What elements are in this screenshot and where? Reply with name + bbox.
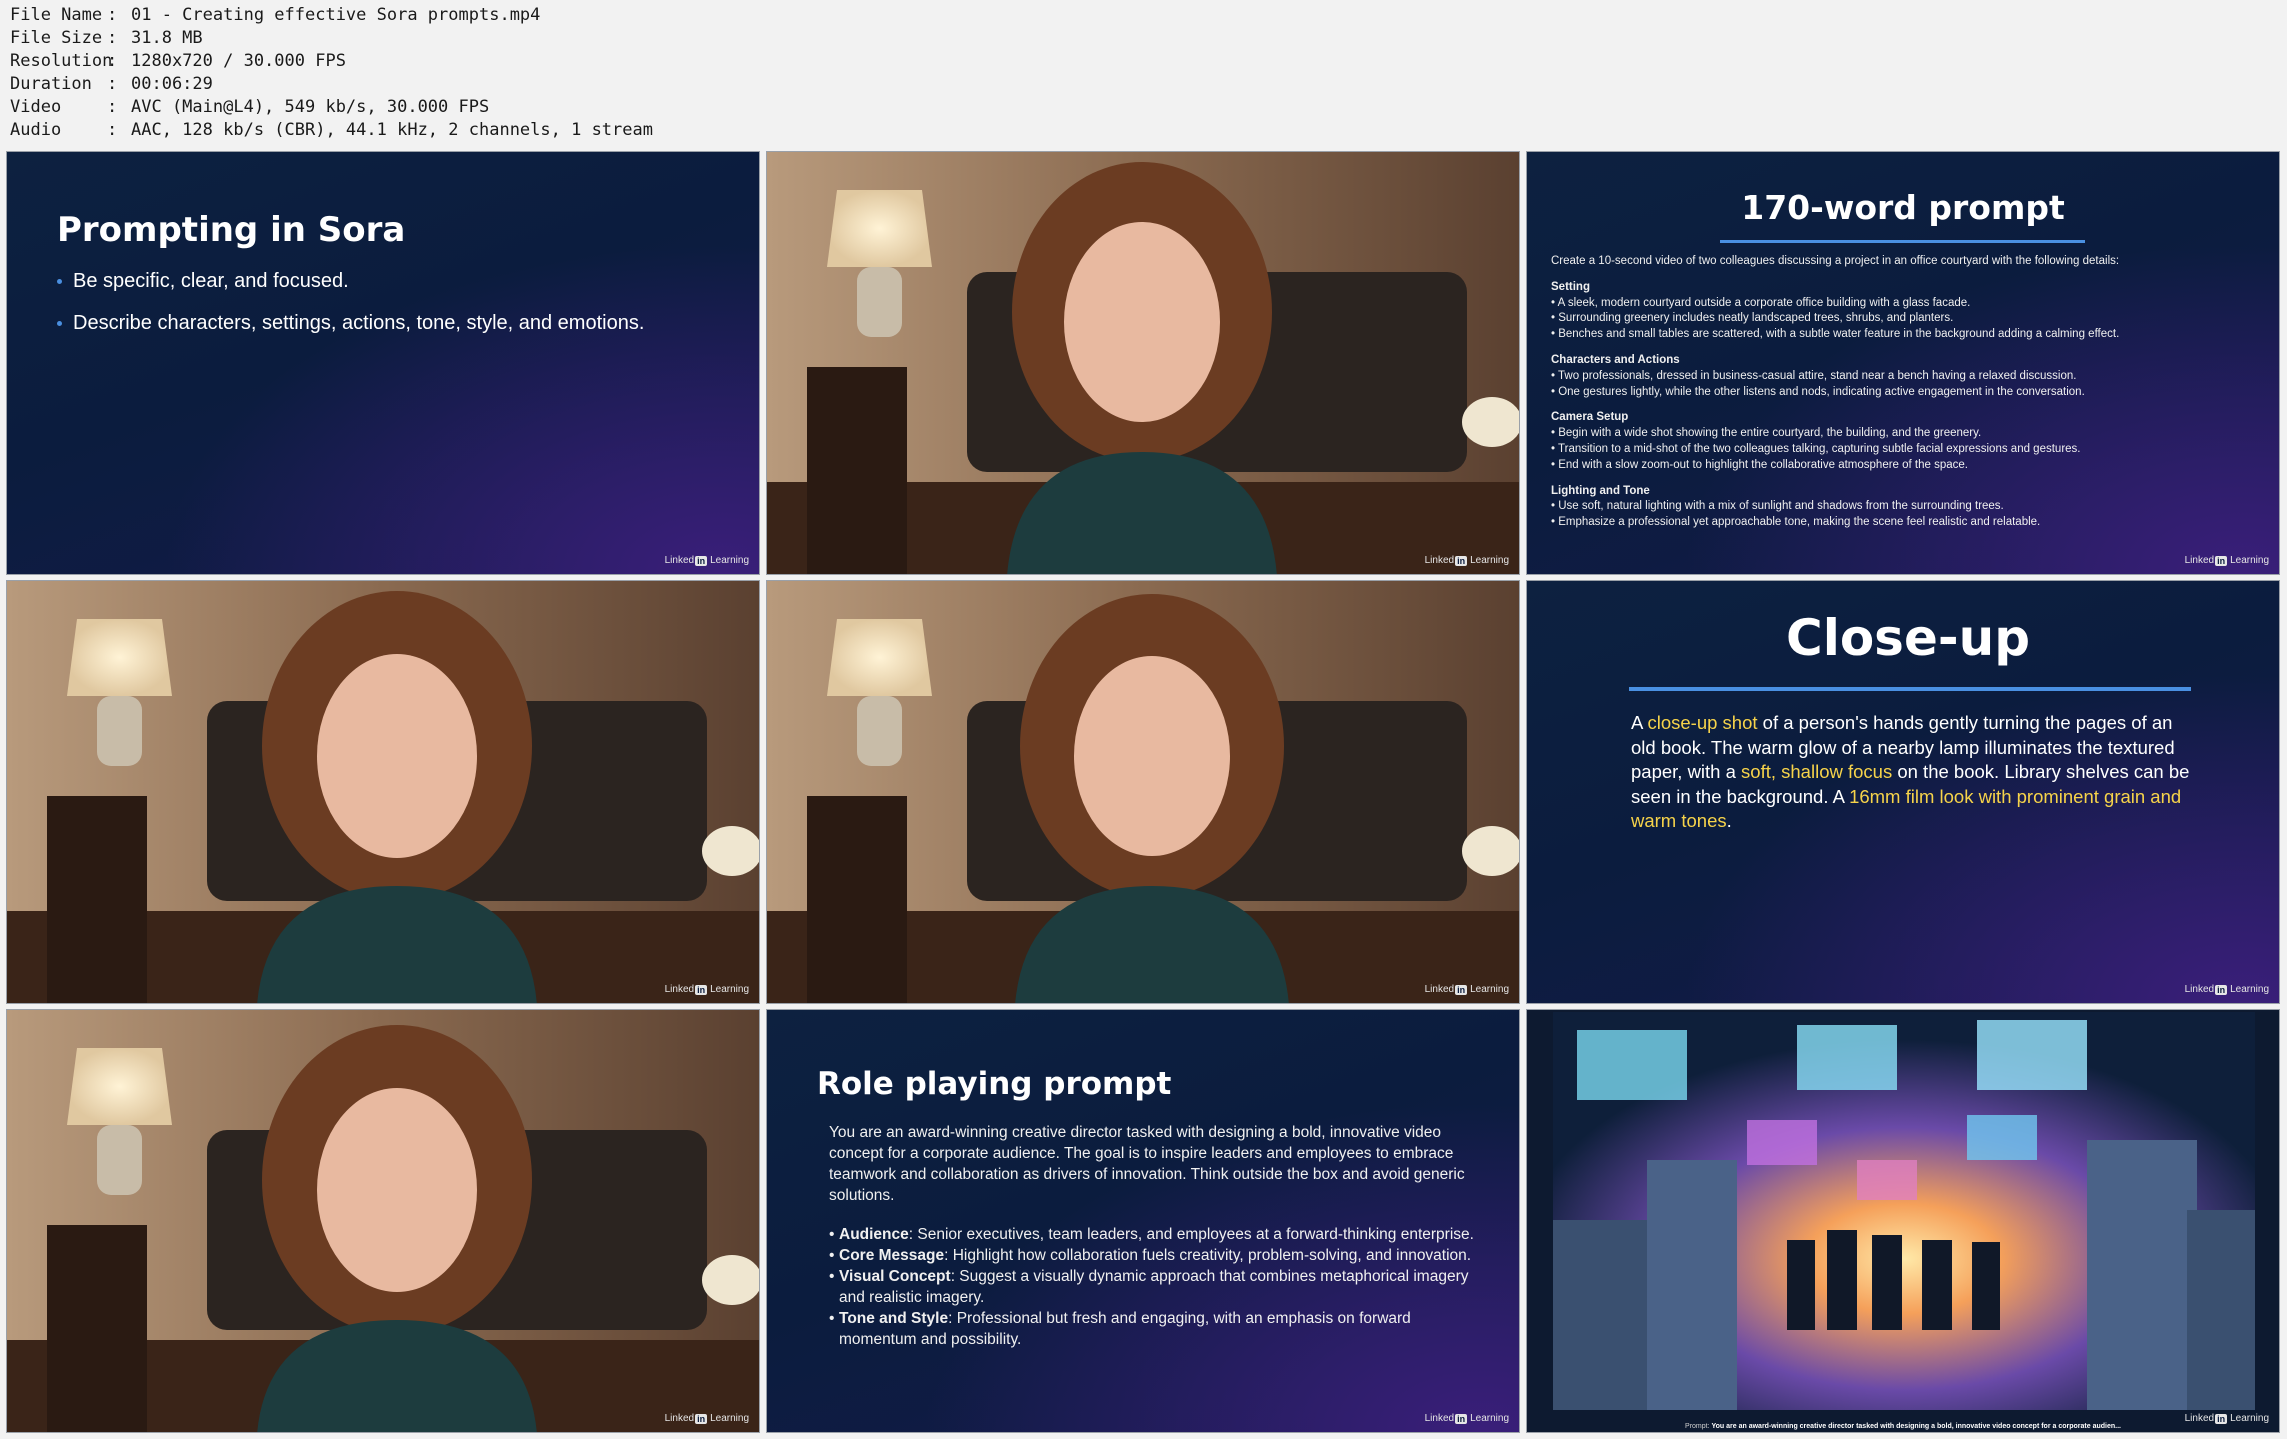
thumbnail-presenter-4[interactable]: Linked in Learning (6, 1009, 760, 1433)
slide-title: 170-word prompt (1741, 188, 2065, 227)
presenter-image (7, 1010, 759, 1432)
info-value: AAC, 128 kb/s (CBR), 44.1 kHz, 2 channel… (131, 120, 653, 140)
section-line: • Begin with a wide shot showing the ent… (1551, 427, 1982, 440)
role-intro: You are an award-winning creative direct… (829, 1124, 1465, 1204)
role-item: Core Message: Highlight how collaboratio… (829, 1245, 1484, 1266)
info-value: 31.8 MB (131, 28, 203, 48)
prompt-section: Characters and Actions • Two professiona… (1551, 353, 2259, 400)
prompt-section: Lighting and Tone • Use soft, natural li… (1551, 484, 2259, 531)
section-heading: Characters and Actions (1551, 353, 1680, 366)
linkedin-learning-logo: Linked in Learning (1424, 1413, 1509, 1424)
thumbnail-presenter-2[interactable]: Linked in Learning (6, 580, 760, 1004)
title-underline (1720, 240, 2085, 243)
thumbnail-170-word-prompt[interactable]: 170-word prompt Create a 10-second video… (1526, 151, 2280, 575)
info-key: File Name (10, 5, 103, 25)
role-prompt-text: You are an award-winning creative direct… (829, 1122, 1484, 1350)
info-separator: : (107, 5, 118, 25)
prompt-section: Setting • A sleek, modern courtyard outs… (1551, 280, 2259, 343)
file-info-panel: File Name:01 - Creating effective Sora p… (10, 4, 653, 142)
section-line: • Two professionals, dressed in business… (1551, 369, 2077, 382)
prompt-section: Camera Setup • Begin with a wide shot sh… (1551, 410, 2259, 473)
slide-title: Prompting in Sora (57, 210, 406, 250)
linkedin-learning-logo: Linked in Learning (1424, 555, 1509, 566)
linkedin-learning-logo: Linked in Learning (2184, 984, 2269, 995)
thumbnail-generated-video[interactable]: Prompt: You are an award-winning creativ… (1526, 1009, 2280, 1433)
info-value: 1280x720 / 30.000 FPS (131, 51, 346, 71)
presenter-image (7, 581, 759, 1003)
thumbnail-role-playing-prompt[interactable]: Role playing prompt You are an award-win… (766, 1009, 1520, 1433)
info-row: Resolution:1280x720 / 30.000 FPS (10, 50, 653, 73)
linkedin-learning-logo: Linked in Learning (664, 555, 749, 566)
info-key: File Size (10, 28, 103, 48)
info-separator: : (107, 74, 118, 94)
closeup-prompt-text: A close-up shot of a person's hands gent… (1631, 712, 2190, 831)
section-line: • End with a slow zoom-out to highlight … (1551, 458, 1968, 471)
thumbnail-presenter-1[interactable]: Linked in Learning (766, 151, 1520, 575)
section-heading: Lighting and Tone (1551, 484, 1650, 497)
info-row: Audio: AAC, 128 kb/s (CBR), 44.1 kHz, 2 c… (10, 119, 653, 142)
generated-city-image (1553, 1012, 2255, 1410)
info-key: Duration (10, 74, 92, 94)
section-line: • Surrounding greenery includes neatly l… (1551, 312, 1954, 325)
section-heading: Camera Setup (1551, 411, 1629, 424)
role-item: Visual Concept: Suggest a visually dynam… (829, 1266, 1484, 1308)
presenter-image (767, 152, 1519, 574)
section-line: • Transition to a mid-shot of the two co… (1551, 442, 2081, 455)
prompt-intro: Create a 10-second video of two colleagu… (1551, 255, 2120, 267)
linkedin-learning-logo: Linked in Learning (664, 1413, 749, 1424)
linkedin-learning-logo: Linked in Learning (2184, 555, 2269, 566)
linkedin-learning-logo: Linked in Learning (1424, 984, 1509, 995)
bullet-item: Describe characters, settings, actions, … (57, 312, 644, 335)
prompt-text: Create a 10-second video of two colleagu… (1551, 254, 2259, 541)
info-value: 00:06:29 (131, 74, 213, 94)
linkedin-learning-logo: Linked in Learning (664, 984, 749, 995)
highlight-text: close-up shot (1647, 712, 1758, 733)
info-row: File Name:01 - Creating effective Sora p… (10, 4, 653, 27)
slide-title: Close-up (1786, 609, 2030, 667)
info-row: Duration:00:06:29 (10, 73, 653, 96)
section-line: • Use soft, natural lighting with a mix … (1551, 500, 2004, 513)
info-key: Resolution (10, 51, 113, 71)
bullet-item: Be specific, clear, and focused. (57, 270, 644, 293)
role-item: Tone and Style: Professional but fresh a… (829, 1308, 1484, 1350)
info-value: AVC (Main@L4), 549 kb/s, 30.000 FPS (131, 97, 490, 117)
info-row: File Size:31.8 MB (10, 27, 653, 50)
info-row: Video: AVC (Main@L4), 549 kb/s, 30.000 FP… (10, 96, 653, 119)
thumbnail-presenter-3[interactable]: Linked in Learning (766, 580, 1520, 1004)
info-separator: : (107, 97, 118, 117)
bullet-list: Be specific, clear, and focused. Describ… (57, 270, 644, 354)
prompt-caption: Prompt: You are an award-winning creativ… (1685, 1423, 2121, 1430)
role-list: Audience: Senior executives, team leader… (829, 1224, 1484, 1350)
info-key: Video (10, 97, 62, 117)
info-separator: : (107, 120, 118, 140)
presenter-image (767, 581, 1519, 1003)
title-underline (1629, 687, 2191, 691)
section-heading: Setting (1551, 280, 1590, 293)
section-line: • One gestures lightly, while the other … (1551, 385, 2085, 398)
section-line: • Emphasize a professional yet approacha… (1551, 516, 2041, 529)
info-key: Audio (10, 120, 62, 140)
role-item: Audience: Senior executives, team leader… (829, 1224, 1484, 1245)
slide-title: Role playing prompt (817, 1066, 1172, 1102)
info-separator: : (107, 51, 118, 71)
thumbnail-prompting-in-sora[interactable]: Prompting in Sora Be specific, clear, an… (6, 151, 760, 575)
info-value: 01 - Creating effective Sora prompts.mp4 (131, 5, 541, 25)
section-line: • Benches and small tables are scattered… (1551, 328, 2120, 341)
thumbnail-close-up[interactable]: Close-up A close-up shot of a person's h… (1526, 580, 2280, 1004)
linkedin-learning-logo: Linked in Learning (2184, 1413, 2269, 1424)
info-separator: : (107, 28, 118, 48)
section-line: • A sleek, modern courtyard outside a co… (1551, 296, 1971, 309)
highlight-text: soft, shallow focus (1741, 761, 1893, 782)
